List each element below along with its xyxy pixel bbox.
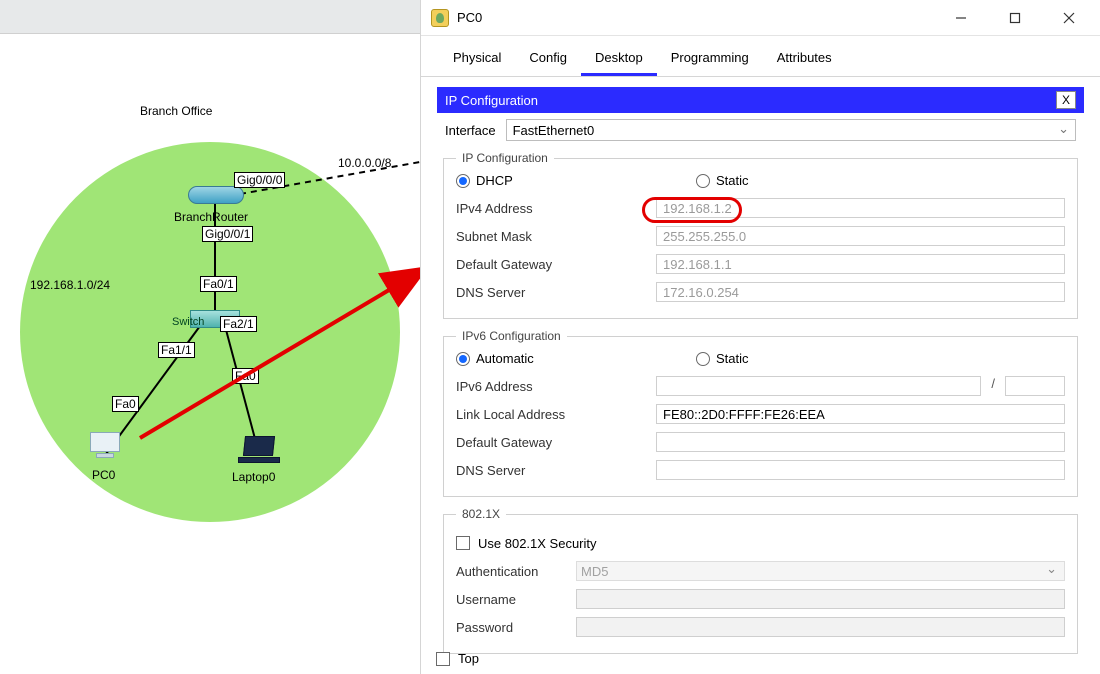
laptop-if-label: Fa0 [232,368,259,384]
top-checkbox[interactable]: Top [436,651,479,666]
laptop-label: Laptop0 [232,470,275,484]
ipv4-dhcp-radio[interactable]: DHCP [456,173,656,188]
minimize-button[interactable] [946,6,976,30]
subnet-mask-field[interactable] [656,226,1065,246]
router-wan-if-label: Gig0/0/0 [234,172,285,188]
tab-bar: Physical Config Desktop Programming Attr… [421,36,1100,77]
pc-if-label: Fa0 [112,396,139,412]
ipv4-gateway-label: Default Gateway [456,257,656,272]
packet-tracer-icon [431,9,449,27]
ipv6-gateway-label: Default Gateway [456,435,656,450]
dot1x-group: 802.1X Use 802.1X Security Authenticatio… [443,507,1078,654]
ipv6-dns-label: DNS Server [456,463,656,478]
ipv6-group: IPv6 Configuration Automatic Static IPv6… [443,329,1078,497]
titlebar[interactable]: PC0 [421,0,1100,36]
router-icon[interactable] [188,186,244,204]
tab-programming[interactable]: Programming [657,44,763,76]
tab-attributes[interactable]: Attributes [763,44,846,76]
ipv4-group: IP Configuration DHCP Static IPv4 Addres… [443,151,1078,319]
tab-desktop[interactable]: Desktop [581,44,657,76]
wan-subnet-label: 10.0.0.0/8 [338,156,391,170]
interface-select[interactable]: FastEthernet0 [506,119,1076,141]
username-label: Username [456,592,576,607]
window-title: PC0 [457,10,482,25]
topology-canvas[interactable]: Branch Office 10.0.0.0/8 192.168.1.0/24 … [0,34,420,674]
auth-label: Authentication [456,564,576,579]
tab-physical[interactable]: Physical [439,44,515,76]
ipv6-legend: IPv6 Configuration [456,329,567,343]
ipv4-address-field[interactable] [656,198,1065,218]
maximize-button[interactable] [1000,6,1030,30]
ipv4-dns-label: DNS Server [456,285,656,300]
workspace-toolbar [0,0,420,34]
ipv6-gateway-field[interactable] [656,432,1065,452]
link-local-field[interactable] [656,404,1065,424]
pc0-window: PC0 Physical Config Desktop Programming … [420,0,1100,674]
ip-config-close-button[interactable]: X [1056,91,1076,109]
ipv6-static-radio[interactable]: Static [696,351,896,366]
switch-label: Switch [172,316,204,328]
switch-uplink-if-label: Fa0/1 [200,276,237,292]
ipv6-dns-field[interactable] [656,460,1065,480]
interface-value: FastEthernet0 [513,123,595,138]
switch-laptop-if-label: Fa2/1 [220,316,257,332]
ip-config-header: IP Configuration X [437,87,1084,113]
close-button[interactable] [1054,6,1084,30]
ipv6-address-field[interactable] [656,376,981,396]
subnet-mask-label: Subnet Mask [456,229,656,244]
ipv4-static-radio[interactable]: Static [696,173,896,188]
router-lan-if-label: Gig0/0/1 [202,226,253,242]
router-label: BranchRouter [174,210,248,224]
ipv6-prefix-slash: / [987,376,999,396]
link-local-label: Link Local Address [456,407,656,422]
interface-label: Interface [445,123,496,138]
laptop-icon[interactable] [236,436,282,464]
switch-pc-if-label: Fa1/1 [158,342,195,358]
ipv6-prefix-field[interactable] [1005,376,1065,396]
ip-config-title: IP Configuration [445,93,538,108]
ipv4-address-label: IPv4 Address [456,201,656,216]
tab-config[interactable]: Config [515,44,581,76]
ipv4-gateway-field[interactable] [656,254,1065,274]
auth-select[interactable]: MD5 [576,561,1065,581]
dot1x-legend: 802.1X [456,507,506,521]
ipv4-legend: IP Configuration [456,151,554,165]
pc-label: PC0 [92,468,115,482]
use-8021x-checkbox[interactable]: Use 802.1X Security [456,536,597,551]
pc-icon[interactable] [86,432,124,462]
topology-links [0,34,420,674]
topology-title: Branch Office [140,104,212,118]
password-field[interactable] [576,617,1065,637]
ipv4-dns-field[interactable] [656,282,1065,302]
lan-subnet-label: 192.168.1.0/24 [30,278,110,292]
username-field[interactable] [576,589,1065,609]
password-label: Password [456,620,576,635]
ipv6-auto-radio[interactable]: Automatic [456,351,656,366]
ipv6-address-label: IPv6 Address [456,379,656,394]
